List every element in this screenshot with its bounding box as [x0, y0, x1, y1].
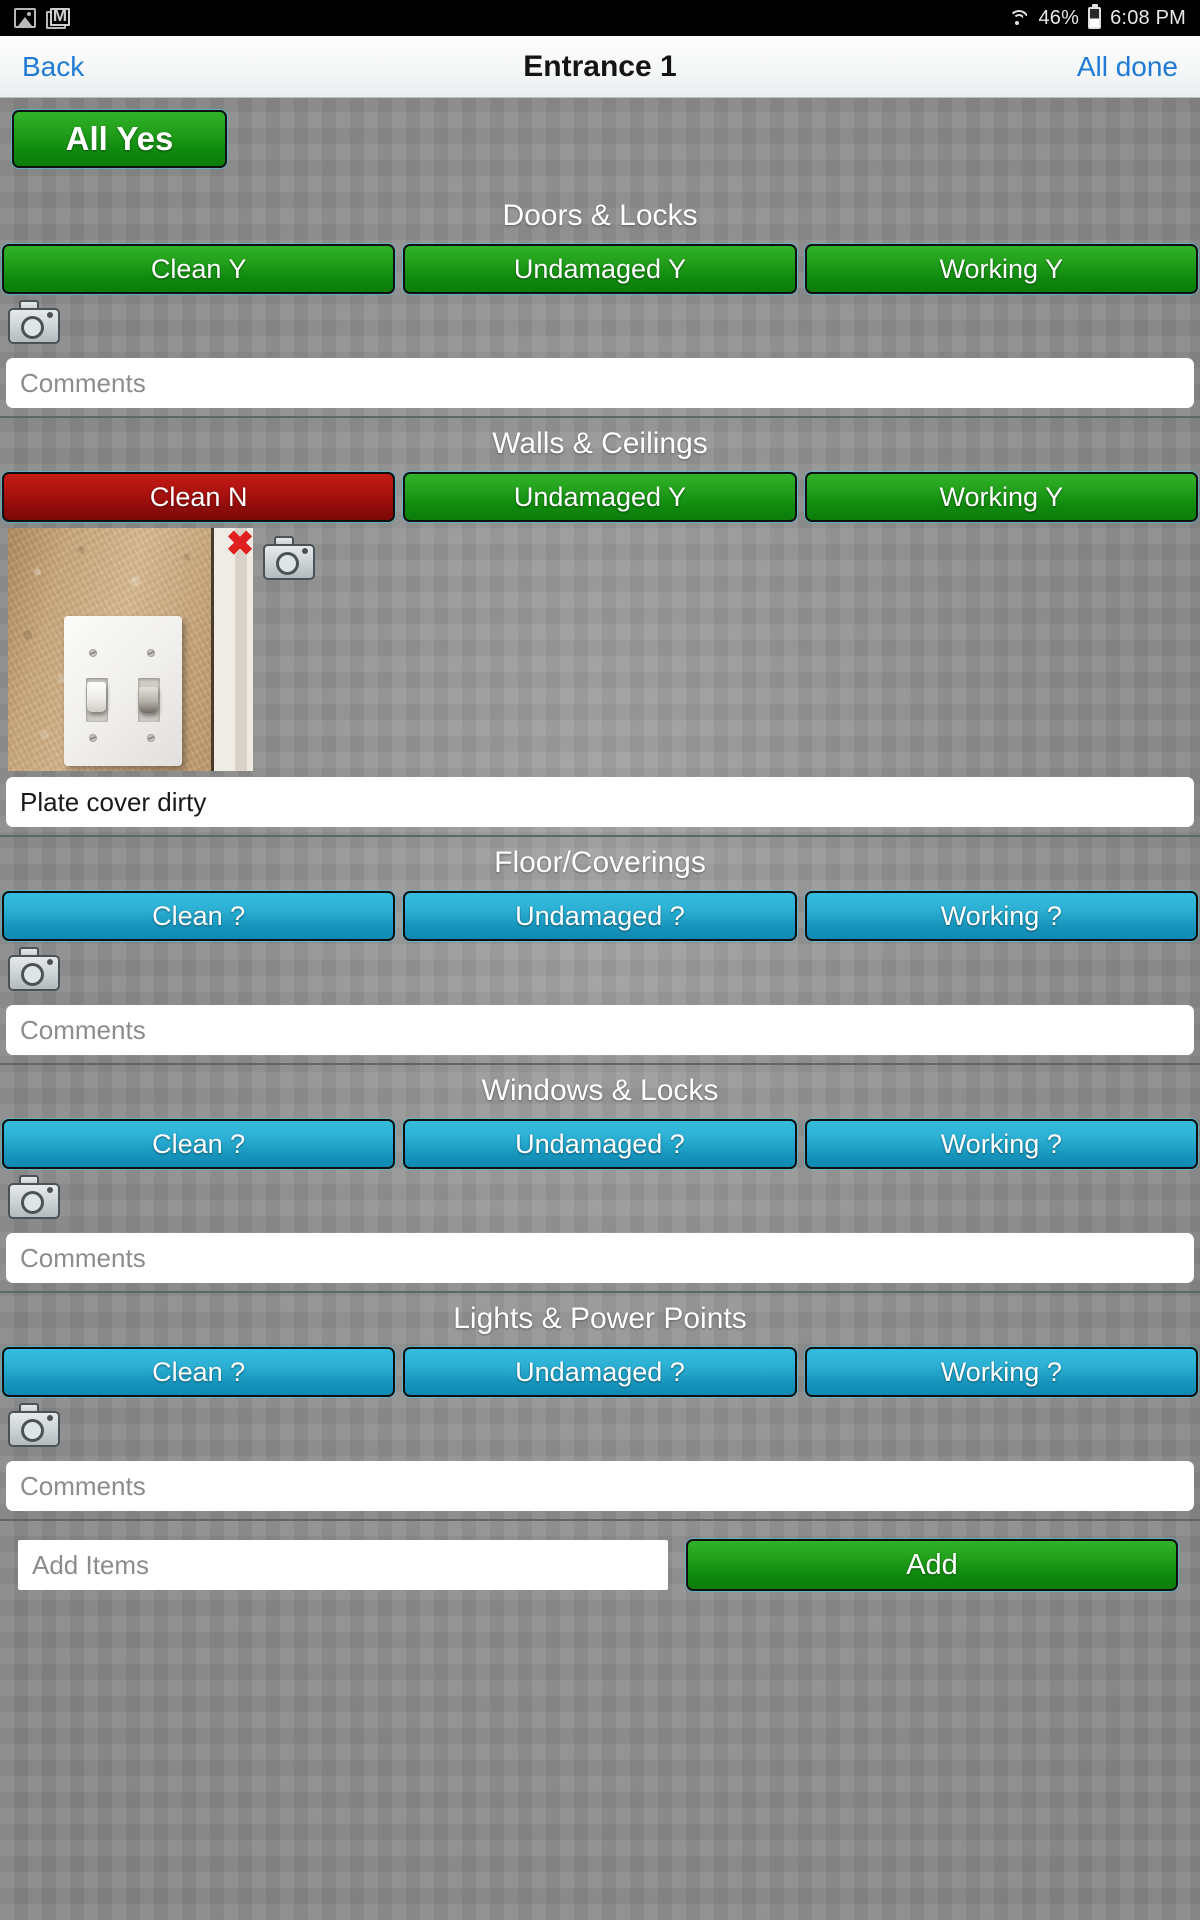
- back-button[interactable]: Back: [22, 51, 84, 83]
- undamaged-button[interactable]: Undamaged ?: [403, 1119, 797, 1169]
- undamaged-button[interactable]: Undamaged Y: [403, 472, 797, 522]
- clock-label: 6:08 PM: [1110, 6, 1186, 29]
- status-button-group: Clean ? Undamaged ? Working ?: [0, 1119, 1200, 1169]
- status-bar-system: 46% 6:08 PM: [1009, 4, 1186, 30]
- page-title: Entrance 1: [523, 49, 677, 83]
- working-button[interactable]: Working ?: [804, 1347, 1198, 1397]
- working-button[interactable]: Working ?: [804, 1119, 1198, 1169]
- undamaged-button[interactable]: Undamaged Y: [403, 244, 797, 294]
- add-item-row: Add: [0, 1521, 1200, 1609]
- battery-percent-label: 46%: [1038, 6, 1080, 29]
- comment-input[interactable]: [6, 1461, 1194, 1511]
- section-title: Walls & Ceilings: [492, 427, 708, 460]
- comment-input[interactable]: [6, 1005, 1194, 1055]
- section-title: Windows & Locks: [481, 1074, 719, 1107]
- status-bar: 46% 6:08 PM: [0, 0, 1200, 36]
- gmail-icon: [46, 7, 70, 29]
- delete-photo-icon[interactable]: ✖: [223, 527, 257, 561]
- wifi-icon: [1009, 9, 1030, 27]
- section-title: Doors & Locks: [502, 199, 698, 232]
- media-row: ✖: [0, 522, 1200, 771]
- all-yes-button[interactable]: All Yes: [12, 110, 227, 168]
- clean-button[interactable]: Clean ?: [2, 891, 396, 941]
- section-title: Lights & Power Points: [453, 1302, 747, 1335]
- status-button-group: Clean N Undamaged Y Working Y: [0, 472, 1200, 522]
- comment-input[interactable]: [6, 358, 1194, 408]
- comment-wrap: [0, 352, 1200, 416]
- media-row: [0, 941, 1200, 999]
- status-bar-notifications: [14, 7, 70, 29]
- photo-icon: [14, 8, 36, 28]
- comment-input[interactable]: [6, 777, 1194, 827]
- clean-button[interactable]: Clean ?: [2, 1119, 396, 1169]
- camera-icon[interactable]: [8, 1175, 60, 1219]
- add-button[interactable]: Add: [686, 1539, 1178, 1591]
- switch-plate: [64, 616, 182, 766]
- media-row: [0, 1169, 1200, 1227]
- add-items-input[interactable]: [18, 1540, 668, 1590]
- section-windows-locks: Windows & Locks Clean ? Undamaged ? Work…: [0, 1065, 1200, 1293]
- clean-button[interactable]: Clean N: [2, 472, 396, 522]
- photo-thumbnail[interactable]: ✖: [8, 527, 254, 771]
- status-button-group: Clean ? Undamaged ? Working ?: [0, 891, 1200, 941]
- door-jamb: [211, 528, 253, 771]
- working-button[interactable]: Working ?: [804, 891, 1198, 941]
- working-button[interactable]: Working Y: [804, 472, 1198, 522]
- clean-button[interactable]: Clean ?: [2, 1347, 396, 1397]
- status-button-group: Clean Y Undamaged Y Working Y: [0, 244, 1200, 294]
- camera-icon[interactable]: [8, 300, 60, 344]
- comment-wrap: [0, 1227, 1200, 1291]
- inspection-form: All Yes Doors & Locks Clean Y Undamaged …: [0, 98, 1200, 1920]
- undamaged-button[interactable]: Undamaged ?: [403, 1347, 797, 1397]
- working-button[interactable]: Working Y: [804, 244, 1198, 294]
- app-root: 46% 6:08 PM Back Entrance 1 All done All…: [0, 0, 1200, 1920]
- media-row: [0, 294, 1200, 352]
- camera-icon[interactable]: [263, 536, 315, 580]
- photo-image: [8, 528, 253, 771]
- comment-wrap: [0, 771, 1200, 835]
- section-walls-ceilings: Walls & Ceilings Clean N Undamaged Y Wor…: [0, 418, 1200, 837]
- all-done-button[interactable]: All done: [1077, 51, 1178, 83]
- comment-wrap: [0, 1455, 1200, 1519]
- comment-input[interactable]: [6, 1233, 1194, 1283]
- undamaged-button[interactable]: Undamaged ?: [403, 891, 797, 941]
- camera-icon[interactable]: [8, 1403, 60, 1447]
- clean-button[interactable]: Clean Y: [2, 244, 396, 294]
- section-title: Floor/Coverings: [494, 846, 706, 879]
- section-lights-power-points: Lights & Power Points Clean ? Undamaged …: [0, 1293, 1200, 1521]
- comment-wrap: [0, 999, 1200, 1063]
- navigation-bar: Back Entrance 1 All done: [0, 36, 1200, 98]
- section-floor-coverings: Floor/Coverings Clean ? Undamaged ? Work…: [0, 837, 1200, 1065]
- all-yes-row: All Yes: [0, 98, 1200, 190]
- media-row: [0, 1397, 1200, 1455]
- section-doors-locks: Doors & Locks Clean Y Undamaged Y Workin…: [0, 190, 1200, 418]
- status-button-group: Clean ? Undamaged ? Working ?: [0, 1347, 1200, 1397]
- camera-icon[interactable]: [8, 947, 60, 991]
- battery-icon: [1088, 4, 1102, 29]
